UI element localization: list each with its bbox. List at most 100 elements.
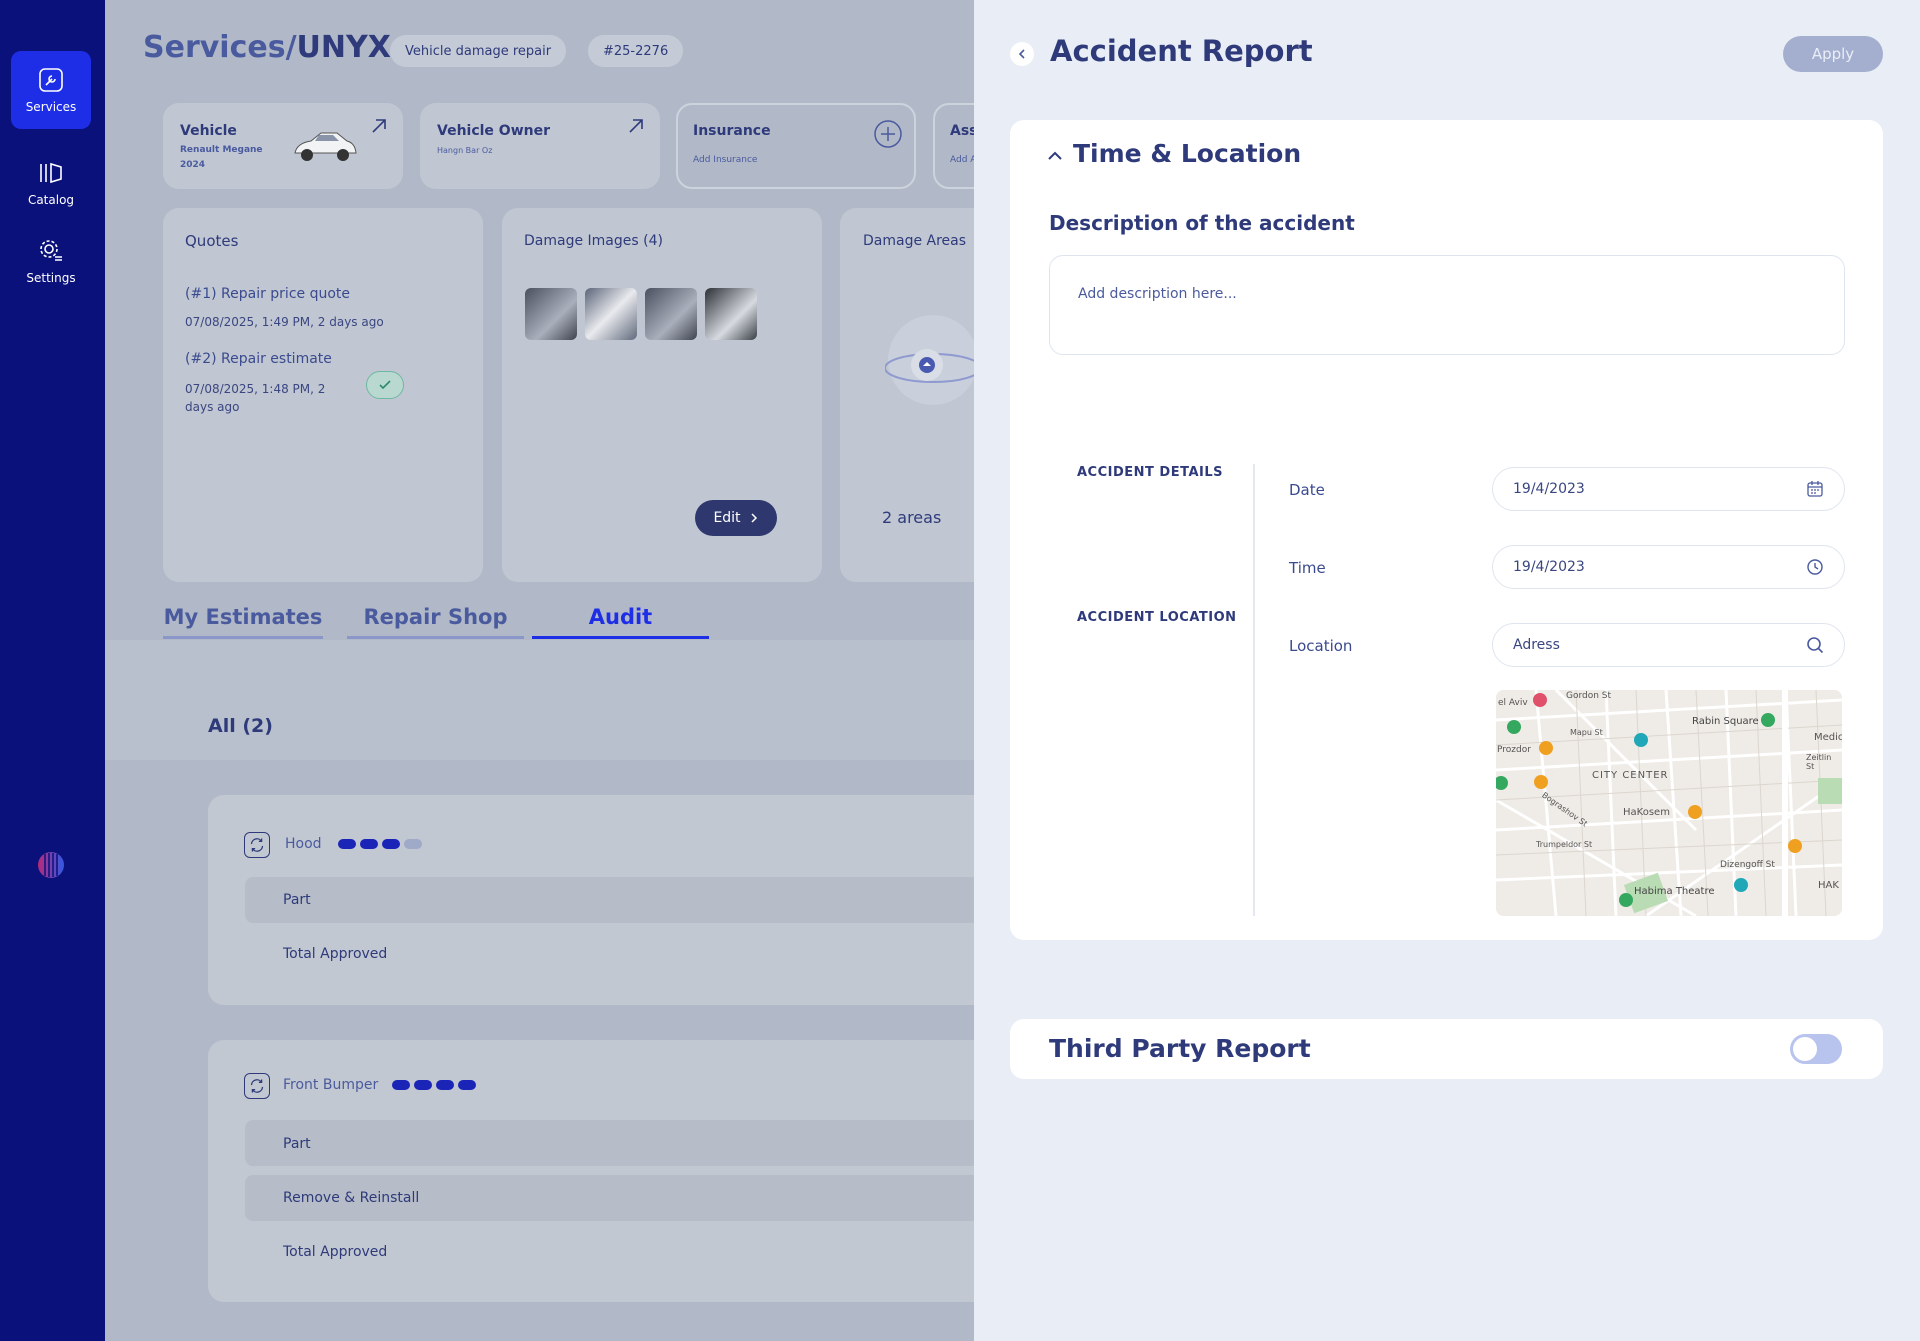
map-label: Medic <box>1814 732 1842 743</box>
description-label: Description of the accident <box>1049 211 1355 235</box>
third-party-toggle[interactable] <box>1790 1034 1842 1064</box>
damage-areas-summary: 2 areas <box>882 508 942 527</box>
map-label: CITY CENTER <box>1592 770 1669 781</box>
map-label: Prozdor <box>1497 745 1531 755</box>
sidebar-item-label: Services <box>25 100 77 114</box>
insurance-card[interactable]: Insurance Add Insurance <box>676 103 916 189</box>
back-button[interactable] <box>1010 42 1034 66</box>
quote-item-date: 07/08/2025, 1:49 PM, 2 days ago <box>185 315 384 329</box>
chevron-left-icon <box>1018 49 1025 59</box>
map-label: HAK <box>1818 880 1839 891</box>
location-map[interactable]: el Aviv Gordon St Mapu St Rabin Square P… <box>1496 690 1842 916</box>
quote-item-name[interactable]: (#2) Repair estimate <box>185 351 332 367</box>
quote-item-date: 07/08/2025, 1:48 PM, 2 days ago <box>185 382 326 414</box>
calendar-icon[interactable] <box>1806 480 1824 498</box>
map-label: Zeitlin St <box>1806 753 1832 771</box>
date-field[interactable]: 19/4/2023 <box>1492 467 1845 511</box>
toggle-knob <box>1793 1037 1817 1061</box>
severity-indicator <box>392 1080 476 1090</box>
edit-images-button[interactable]: Edit <box>695 500 777 536</box>
sidebar-item-label: Settings <box>26 271 76 285</box>
map-label: Dizengoff St <box>1720 860 1775 870</box>
damage-images-title: Damage Images (4) <box>524 233 663 249</box>
add-insurance-link[interactable]: Add Insurance <box>693 155 757 165</box>
tab-repair-shop[interactable]: Repair Shop <box>347 605 524 639</box>
group-name: Front Bumper <box>283 1077 379 1093</box>
divider <box>1253 464 1255 916</box>
settings-icon <box>40 240 62 261</box>
map-label: HaKosem <box>1623 807 1670 818</box>
location-search-input[interactable]: Adress <box>1492 623 1845 667</box>
damage-image-thumb[interactable] <box>525 288 577 340</box>
damage-areas-title: Damage Areas <box>863 233 967 249</box>
time-label: Time <box>1289 559 1326 577</box>
location-label: Location <box>1289 637 1353 655</box>
quotes-title: Quotes <box>185 232 239 250</box>
brand-logo <box>38 852 64 878</box>
sidebar-item-label: Catalog <box>27 193 75 207</box>
damage-image-thumb[interactable] <box>705 288 757 340</box>
sidebar-item-settings[interactable]: Settings <box>11 222 91 300</box>
vehicle-model: Renault Megane <box>180 145 263 155</box>
row-label: Part <box>283 1136 311 1152</box>
damage-areas-card: Damage Areas 2 areas <box>840 208 975 582</box>
map-label: Habima Theatre <box>1634 886 1715 897</box>
tab-audit[interactable]: Audit <box>532 605 709 639</box>
vehicle-owner-card[interactable]: Vehicle Owner Hangn Bar Oz <box>420 103 660 189</box>
table-row <box>245 1120 975 1166</box>
table-row <box>245 877 975 923</box>
vehicle-year: 2024 <box>180 160 206 170</box>
time-field[interactable]: 19/4/2023 <box>1492 545 1845 589</box>
chevron-right-icon <box>751 513 757 523</box>
row-label: Part <box>283 892 311 908</box>
filter-bar <box>105 640 975 760</box>
assessor-card[interactable]: Ass Add A <box>933 103 975 189</box>
sidebar: Services Catalog Settings <box>0 0 105 1341</box>
date-label: Date <box>1289 481 1325 499</box>
description-textarea[interactable]: Add description here... <box>1049 255 1845 355</box>
open-arrow-icon[interactable] <box>370 117 388 135</box>
filter-all[interactable]: All (2) <box>208 715 273 737</box>
group-name: Hood <box>285 836 322 852</box>
map-label: Mapu St <box>1570 728 1603 737</box>
approved-badge <box>366 371 404 399</box>
catalog-icon <box>40 162 62 184</box>
map-label: Trumpeldor St <box>1536 840 1593 849</box>
map-label: Rabin Square <box>1692 716 1759 727</box>
case-id-chip: #25-2276 <box>588 35 684 67</box>
accident-details-heading: ACCIDENT DETAILS <box>1077 465 1223 480</box>
row-label: Total Approved <box>283 946 388 962</box>
search-icon[interactable] <box>1806 636 1824 654</box>
severity-indicator <box>338 839 422 849</box>
clock-icon[interactable] <box>1806 558 1824 576</box>
sidebar-item-services[interactable]: Services <box>11 51 91 129</box>
map-label: Gordon St <box>1566 691 1612 701</box>
quote-item-name[interactable]: (#1) Repair price quote <box>185 286 350 302</box>
panel-title: Accident Report <box>1050 34 1313 68</box>
open-arrow-icon[interactable] <box>627 117 645 135</box>
sidebar-item-catalog[interactable]: Catalog <box>11 144 91 222</box>
tab-my-estimates[interactable]: My Estimates <box>163 605 323 639</box>
row-label: Remove & Reinstall <box>283 1190 420 1206</box>
quotes-card: Quotes (#1) Repair price quote 07/08/202… <box>163 208 483 582</box>
main-area: Services/UNYX Vehicle damage repair #25-… <box>105 0 975 1341</box>
add-icon[interactable] <box>873 119 903 149</box>
car-image <box>294 132 357 161</box>
car-diagram <box>885 315 975 405</box>
vehicle-card[interactable]: Vehicle Renault Megane 2024 <box>163 103 403 189</box>
third-party-title: Third Party Report <box>1049 1034 1311 1063</box>
wrench-icon <box>39 68 63 92</box>
damage-image-thumb[interactable] <box>585 288 637 340</box>
sync-icon[interactable] <box>244 832 270 858</box>
chevron-up-icon[interactable] <box>1046 147 1064 165</box>
page-title: Services/UNYX <box>143 30 391 65</box>
check-icon <box>379 380 391 390</box>
row-label: Total Approved <box>283 1244 388 1260</box>
accident-location-heading: ACCIDENT LOCATION <box>1077 610 1237 625</box>
time-location-title[interactable]: Time & Location <box>1073 139 1301 168</box>
sync-icon[interactable] <box>244 1073 270 1099</box>
damage-image-thumb[interactable] <box>645 288 697 340</box>
map-label: el Aviv <box>1498 698 1528 708</box>
apply-button[interactable]: Apply <box>1783 36 1883 72</box>
owner-name: Hangn Bar Oz <box>437 146 493 155</box>
